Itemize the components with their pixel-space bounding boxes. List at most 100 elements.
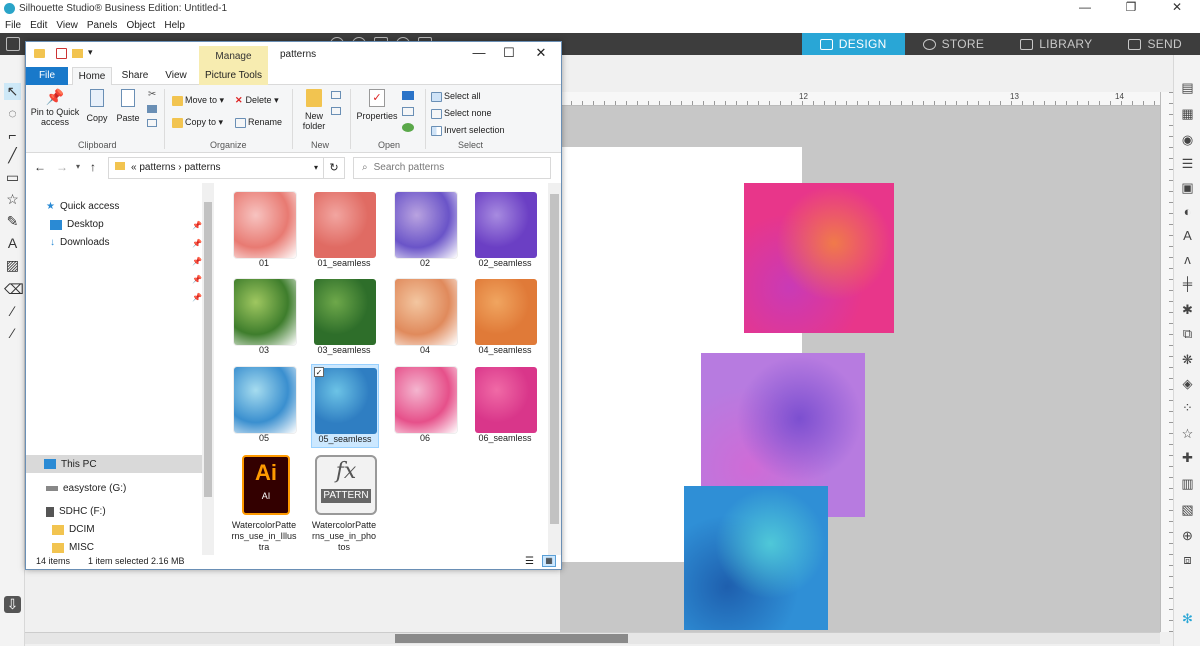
restore-icon[interactable]: ❐ bbox=[1108, 0, 1154, 17]
cut-icon[interactable]: ✂ bbox=[148, 89, 156, 100]
transform-icon[interactable]: ✱ bbox=[1179, 301, 1196, 318]
align-icon[interactable]: ╪ bbox=[1179, 275, 1196, 292]
nav-scroll-thumb[interactable] bbox=[204, 202, 212, 497]
easy-access-icon[interactable] bbox=[331, 107, 341, 115]
address-dropdown-icon[interactable]: ▾ bbox=[314, 158, 318, 178]
nav-desktop[interactable]: Desktop bbox=[50, 219, 104, 230]
menu-edit[interactable]: Edit bbox=[30, 20, 47, 31]
details-view-icon[interactable]: ☰ bbox=[525, 556, 534, 567]
copy-to-button[interactable]: Copy to ▾ bbox=[172, 117, 223, 128]
forward-arrow-icon[interactable]: → bbox=[56, 160, 68, 174]
ribbon-tab-file[interactable]: File bbox=[26, 67, 68, 85]
edit-points-icon[interactable]: ⌐ bbox=[4, 127, 21, 144]
ribbon-tab-picture-tools[interactable]: Picture Tools bbox=[199, 67, 268, 85]
layers-icon[interactable]: ▥ bbox=[1179, 475, 1196, 492]
file-item[interactable]: 01 bbox=[231, 189, 299, 273]
puzzle-icon[interactable]: ✚ bbox=[1179, 449, 1196, 466]
file-item[interactable]: 02_seamless bbox=[472, 189, 540, 273]
menu-help[interactable]: Help bbox=[164, 20, 185, 31]
back-arrow-icon[interactable]: ← bbox=[34, 160, 46, 174]
breadcrumb-patterns-parent[interactable]: patterns bbox=[139, 162, 175, 173]
move-to-button[interactable]: Move to ▾ bbox=[172, 95, 224, 106]
breadcrumb-patterns[interactable]: patterns bbox=[184, 162, 220, 173]
up-arrow-icon[interactable]: ↑ bbox=[90, 160, 96, 174]
blue-watercolor-image[interactable] bbox=[684, 486, 828, 630]
text-path-icon[interactable]: ʌ bbox=[1179, 251, 1196, 268]
pin-quick-access-button[interactable]: 📌 Pin to Quick access bbox=[30, 89, 80, 127]
nav-misc[interactable]: MISC bbox=[52, 542, 94, 553]
knife-tool-icon[interactable]: ∕ bbox=[4, 303, 21, 320]
copy-path-icon[interactable] bbox=[147, 105, 157, 113]
minimize-icon[interactable]: — bbox=[1062, 0, 1108, 17]
paste-button[interactable]: Paste bbox=[115, 89, 141, 123]
line-style-icon[interactable]: ☰ bbox=[1179, 155, 1196, 172]
ribbon-tab-share[interactable]: Share bbox=[120, 67, 150, 85]
fill-color-icon[interactable]: ◉ bbox=[1179, 131, 1196, 148]
nav-downloads[interactable]: ↓ Downloads bbox=[50, 237, 109, 248]
select-tool-icon[interactable]: ↖ bbox=[4, 83, 21, 100]
copy-button[interactable]: Copy bbox=[84, 89, 110, 123]
horizontal-scroll-thumb[interactable] bbox=[395, 634, 628, 643]
file-item[interactable]: 06 bbox=[392, 364, 460, 448]
explorer-maximize-icon[interactable]: ☐ bbox=[494, 45, 524, 61]
eraser-tool-icon[interactable]: ⌫ bbox=[4, 281, 24, 298]
file-item-selected[interactable]: ✓ 05_seamless bbox=[311, 364, 379, 448]
properties-quick-icon[interactable] bbox=[56, 48, 67, 59]
properties-button[interactable]: ✓ Properties bbox=[354, 89, 400, 121]
nav-quick-access[interactable]: ★ Quick access bbox=[46, 201, 119, 212]
file-item[interactable]: 03 bbox=[231, 276, 299, 360]
file-item[interactable]: 03_seamless bbox=[311, 276, 379, 360]
close-icon[interactable]: ✕ bbox=[1154, 0, 1200, 17]
paste-shortcut-icon[interactable] bbox=[147, 119, 157, 127]
file-item[interactable]: 04 bbox=[392, 276, 460, 360]
eyedropper-tool-icon[interactable]: ⁄ bbox=[4, 325, 21, 342]
globe-grid-icon[interactable]: ⊕ bbox=[1179, 527, 1196, 544]
menu-file[interactable]: File bbox=[5, 20, 21, 31]
rename-button[interactable]: Rename bbox=[235, 117, 282, 128]
file-item[interactable]: 06_seamless bbox=[472, 364, 540, 448]
settings-icon[interactable]: ✻ bbox=[1179, 610, 1196, 627]
select-none-button[interactable]: Select none bbox=[431, 108, 492, 119]
address-bar[interactable]: « patterns › patterns ▾ bbox=[108, 157, 324, 179]
replicate-icon[interactable]: ⧉ bbox=[1179, 325, 1196, 342]
search-input[interactable]: ⌕ Search patterns bbox=[353, 157, 551, 179]
lasso-tool-icon[interactable]: ◌ bbox=[4, 105, 21, 122]
new-folder-button[interactable]: New folder bbox=[296, 89, 332, 131]
explorer-close-icon[interactable]: ✕ bbox=[526, 45, 556, 61]
menu-panels[interactable]: Panels bbox=[87, 20, 118, 31]
library-icon[interactable]: ⧈ bbox=[1179, 551, 1196, 568]
text-style-icon[interactable]: A bbox=[1179, 227, 1196, 244]
offset-icon[interactable]: ◈ bbox=[1179, 375, 1196, 392]
nav-this-pc[interactable]: This PC bbox=[26, 455, 202, 473]
pencil-tool-icon[interactable]: ✎ bbox=[4, 213, 21, 230]
image-effects-icon[interactable]: ▣ bbox=[1179, 179, 1196, 196]
pin-icon[interactable]: 📌 bbox=[192, 239, 202, 248]
edit-icon[interactable] bbox=[402, 107, 414, 116]
content-scroll-thumb[interactable] bbox=[550, 194, 559, 524]
file-item[interactable]: 05 bbox=[231, 364, 299, 448]
star-icon[interactable]: ☆ bbox=[1179, 425, 1196, 442]
pin-icon[interactable]: 📌 bbox=[192, 257, 202, 266]
library-toggle-icon[interactable]: ⇩ bbox=[4, 596, 21, 613]
refresh-button[interactable]: ↻ bbox=[323, 157, 345, 179]
checkbox-icon[interactable]: ✓ bbox=[314, 367, 324, 377]
tab-send[interactable]: SEND bbox=[1110, 33, 1200, 55]
ribbon-tab-view[interactable]: View bbox=[162, 67, 190, 85]
menu-object[interactable]: Object bbox=[126, 20, 155, 31]
rectangle-tool-icon[interactable]: ▭ bbox=[4, 169, 21, 186]
history-icon[interactable] bbox=[402, 123, 414, 132]
contrast-icon[interactable]: ◐ bbox=[1179, 203, 1196, 220]
tab-design[interactable]: DESIGN bbox=[801, 33, 905, 55]
new-folder-quick-icon[interactable] bbox=[72, 49, 83, 58]
file-item[interactable]: 02 bbox=[392, 189, 460, 273]
file-item[interactable]: fx PATTERN WatercolorPatterns_use_in_pho… bbox=[311, 451, 379, 557]
file-item[interactable]: Ai AI WatercolorPatterns_use_in_Illustra bbox=[231, 451, 299, 557]
nav-dcim[interactable]: DCIM bbox=[52, 524, 95, 535]
pattern-icon[interactable]: ▦ bbox=[1179, 105, 1196, 122]
new-item-icon[interactable] bbox=[331, 91, 341, 99]
file-item[interactable]: 04_seamless bbox=[472, 276, 540, 360]
file-item[interactable]: 01_seamless bbox=[311, 189, 379, 273]
polygon-tool-icon[interactable]: ☆ bbox=[4, 191, 21, 208]
delete-button[interactable]: ✕ Delete ▾ bbox=[235, 95, 279, 106]
explorer-minimize-icon[interactable]: — bbox=[464, 45, 494, 60]
